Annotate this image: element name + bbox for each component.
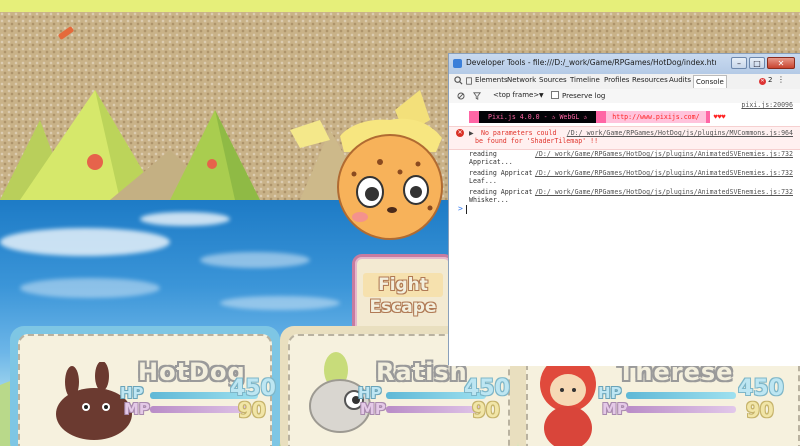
log-source-link[interactable]: /D:/_work/Game/RPGames/HotDog/js/plugins… [535, 169, 793, 177]
pixi-url: http://www.pixijs.com/ [606, 111, 706, 123]
frame-selector[interactable]: <top frame> [493, 91, 539, 99]
hotdog-portrait [56, 362, 132, 440]
log-source-link[interactable]: /D:/_work/Game/RPGames/HotDog/js/plugins… [535, 188, 793, 196]
console-input[interactable] [466, 205, 467, 214]
cloud [140, 212, 230, 226]
filter-icon[interactable] [473, 92, 481, 100]
log-source-link[interactable]: /D:/_work/Game/RPGames/HotDog/js/plugins… [535, 150, 793, 158]
devtools-tab-bar: Elements Network Sources Timeline Profil… [449, 74, 800, 90]
frame-dropdown-icon[interactable]: ▼ [539, 92, 544, 99]
cloud [200, 252, 310, 268]
console-error-row[interactable]: ✕ ▶ No parameters could be found for 'Sh… [449, 126, 800, 150]
tab-audits[interactable]: Audits [669, 76, 691, 84]
cloud [0, 228, 170, 256]
tab-sources[interactable]: Sources [539, 76, 567, 84]
tab-console[interactable]: Console [693, 75, 727, 88]
mp-value: 90 [238, 398, 266, 422]
pixi-banner-text: Pixi.js 4.0.0 - ✰ WebGL ✰ [479, 111, 597, 123]
top-border [0, 0, 800, 12]
mp-bar-fill [626, 406, 736, 413]
command-escape[interactable]: Escape [355, 297, 451, 317]
pixi-hearts: ♥♥♥ [713, 113, 726, 121]
cloud [220, 296, 340, 310]
log-line: reading Appricat [469, 188, 533, 196]
devtools-titlebar[interactable]: Developer Tools - file:///D:/_work/Game/… [449, 54, 800, 74]
error-message-line1: No parameters could [481, 129, 557, 137]
log-line: reading [469, 150, 497, 158]
log-line: Leaf... [469, 177, 497, 185]
command-fight[interactable]: Fight [355, 275, 451, 295]
tab-elements[interactable]: Elements [475, 76, 508, 84]
error-count: 2 [768, 76, 773, 84]
error-source-link[interactable]: /D:/_work/Game/RPGames/HotDog/js/plugins… [567, 129, 793, 137]
console-prompt-icon: > [458, 204, 463, 213]
more-menu-icon[interactable]: ⋮ [777, 75, 785, 84]
mp-label: MP [360, 400, 386, 418]
mp-value: 90 [746, 398, 774, 422]
expand-triangle-icon[interactable]: ▶ [469, 130, 474, 137]
tab-network[interactable]: Network [507, 76, 536, 84]
device-mode-icon[interactable] [465, 77, 473, 85]
error-message-line2: be found for 'ShaderTilemap' !! [475, 137, 599, 145]
preserve-log-checkbox[interactable] [551, 91, 559, 99]
close-button[interactable]: ✕ [767, 57, 795, 69]
preserve-log-toggle[interactable]: Preserve log [551, 91, 605, 100]
log-line: reading Appricat [469, 169, 533, 177]
devtools-app-icon [453, 59, 462, 68]
mp-value: 90 [472, 398, 500, 422]
mp-label: MP [602, 400, 628, 418]
mp-bar [626, 406, 736, 413]
game-canvas[interactable]: Fight Escape HotDog HP MP 450 90 Ratish … [0, 0, 800, 446]
hp-bar-fill [626, 392, 736, 399]
pixi-banner: Pixi.js 4.0.0 - ✰ WebGL ✰ http://www.pixi… [469, 111, 726, 123]
devtools-window[interactable]: Developer Tools - file:///D:/_work/Game/… [448, 53, 800, 366]
hero-status-panel-hotdog[interactable]: HotDog HP MP 450 90 [10, 326, 280, 446]
hp-bar [626, 392, 736, 399]
tab-resources[interactable]: Resources [632, 76, 668, 84]
error-icon: ✕ [456, 129, 464, 137]
preserve-log-label: Preserve log [562, 92, 606, 100]
pixi-banner-stripe [469, 111, 479, 123]
mp-bar-fill [386, 406, 486, 413]
pixi-log-source[interactable]: pixi.js:20096 [741, 101, 793, 109]
devtools-title: Developer Tools - file:///D:/_work/Game/… [466, 58, 716, 67]
inspect-search-icon[interactable] [454, 76, 463, 85]
enemy-appricat-sprite [337, 118, 443, 240]
minimize-button[interactable]: – [731, 57, 747, 69]
mp-label: MP [124, 400, 150, 418]
cloud [20, 278, 160, 298]
tab-profiles[interactable]: Profiles [604, 76, 629, 84]
error-icon[interactable]: ✕ [759, 78, 766, 85]
tab-timeline[interactable]: Timeline [570, 76, 600, 84]
pixi-banner-stripe [596, 111, 607, 123]
console-output[interactable]: pixi.js:20096 Pixi.js 4.0.0 - ✰ WebGL ✰ h… [449, 101, 800, 366]
log-line: Whisker... [469, 196, 509, 204]
clear-console-icon[interactable] [457, 92, 465, 100]
maximize-button[interactable]: □ [749, 57, 765, 69]
mp-bar [386, 406, 486, 413]
log-line: Appricat... [469, 158, 513, 166]
